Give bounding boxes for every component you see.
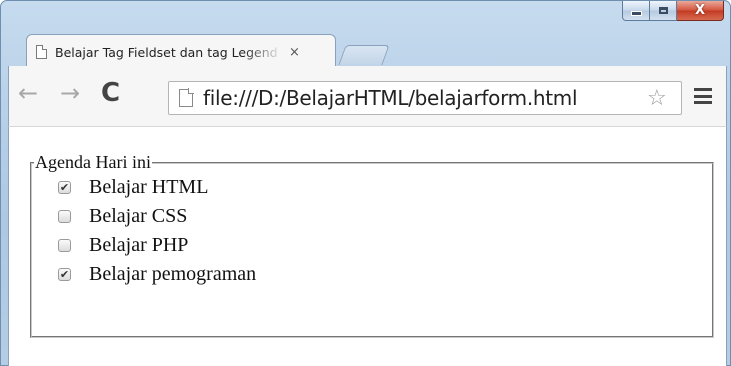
maximize-button[interactable] (650, 1, 677, 21)
minimize-button[interactable] (622, 1, 650, 21)
checkbox-option[interactable]: Belajar CSS (58, 204, 712, 228)
checkbox-option[interactable]: ✔ Belajar pemograman (58, 262, 712, 286)
tab-content: Belajar Tag Fieldset dan tag Legend × (36, 40, 326, 64)
checkbox-label: Belajar pemograman (89, 262, 257, 285)
checkbox[interactable]: ✔ (58, 180, 71, 194)
close-button[interactable]: X (677, 1, 724, 21)
page-icon (179, 88, 194, 107)
checkbox-option[interactable]: ✔ Belajar HTML (58, 175, 712, 199)
url-text[interactable]: file:///D:/BelajarHTML/belajarform.html (203, 86, 643, 110)
minimize-icon (630, 11, 642, 16)
agenda-fieldset: Agenda Hari ini ✔ Belajar HTML Belajar C… (30, 152, 714, 338)
fieldset-legend: Agenda Hari ini (35, 152, 151, 172)
checkbox-label: Belajar HTML (89, 175, 209, 198)
checkbox[interactable]: ✔ (58, 267, 71, 281)
checkbox-option[interactable]: Belajar PHP (58, 233, 712, 257)
reload-icon[interactable]: C (101, 78, 120, 108)
checkbox[interactable] (58, 238, 71, 252)
window-controls: X (622, 1, 724, 22)
close-icon: X (694, 3, 706, 18)
checkbox[interactable] (58, 209, 71, 223)
checkbox-label: Belajar CSS (89, 204, 188, 227)
checkbox-label: Belajar PHP (89, 233, 189, 256)
tab-title: Belajar Tag Fieldset dan tag Legend (55, 44, 283, 60)
new-tab-button[interactable] (338, 45, 390, 65)
address-bar[interactable]: file:///D:/BelajarHTML/belajarform.html … (168, 81, 682, 115)
tab-close-icon[interactable]: × (289, 45, 300, 60)
page-icon (36, 45, 47, 59)
forward-arrow-icon[interactable]: → (60, 78, 80, 108)
back-arrow-icon[interactable]: ← (18, 78, 38, 108)
menu-icon[interactable] (694, 88, 712, 104)
star-icon[interactable]: ☆ (647, 86, 667, 111)
maximize-icon (658, 7, 668, 14)
